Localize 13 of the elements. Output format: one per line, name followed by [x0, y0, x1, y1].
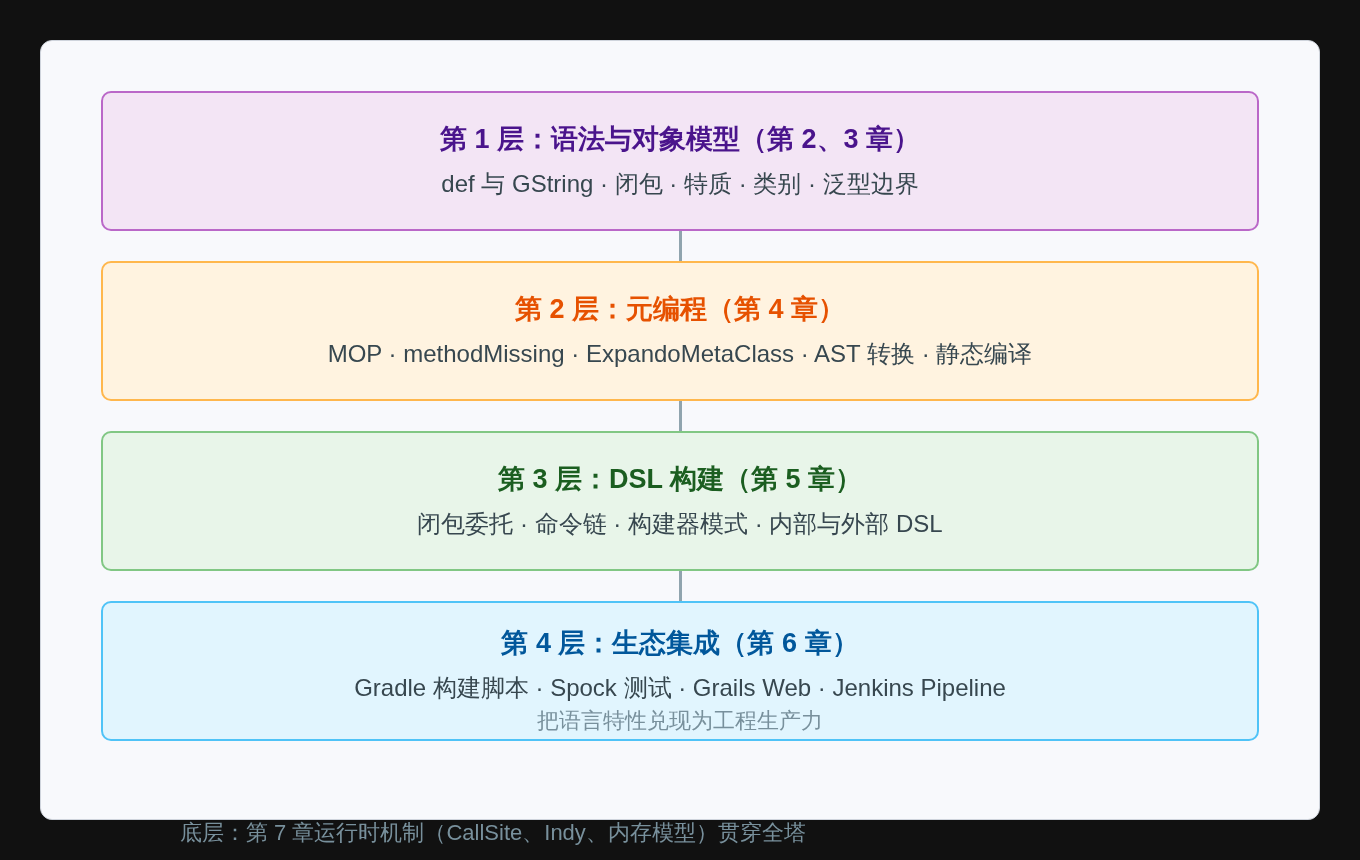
footer-note: 底层：第 7 章运行时机制（CallSite、Indy、内存模型）贯穿全塔 — [180, 819, 806, 847]
layer-title: 第 3 层：DSL 构建（第 5 章） — [497, 463, 863, 496]
layer-title: 第 4 层：生态集成（第 6 章） — [501, 627, 859, 660]
layer-title: 第 2 层：元编程（第 4 章） — [514, 293, 845, 326]
layer-items: MOP · methodMissing · ExpandoMetaClass · AST 转换 · 静态编译 — [327, 339, 1033, 369]
connector-line — [678, 571, 682, 601]
layer-items: 闭包委托 · 命令链 · 构建器模式 · 内部与外部 DSL — [417, 509, 943, 539]
layer-items: Gradle 构建脚本 · Spock 测试 · Grails Web · Jenkins Pipeline — [354, 673, 1006, 703]
layer-note: 把语言特性兑现为工程生产力 — [537, 707, 823, 735]
layer-title: 第 1 层：语法与对象模型（第 2、3 章） — [439, 123, 921, 156]
connector-line — [678, 401, 682, 431]
connector-line — [678, 231, 682, 261]
layer-items: def 与 GString · 闭包 · 特质 · 类别 · 泛型边界 — [441, 169, 919, 199]
